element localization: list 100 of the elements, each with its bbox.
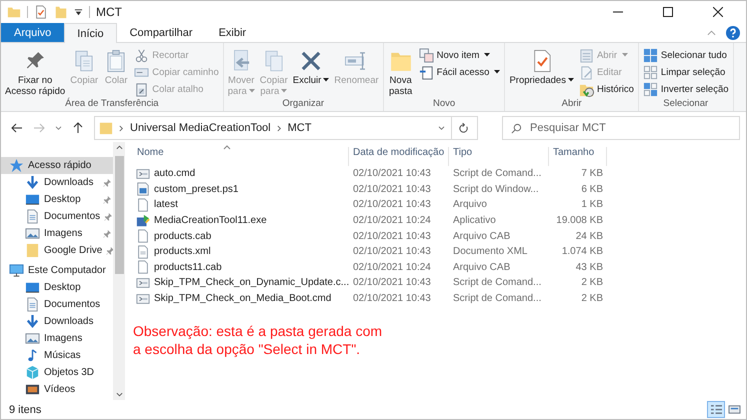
sidebar-item[interactable]: Imagens [1, 225, 113, 242]
column-header[interactable]: Data de modificação [349, 147, 449, 166]
scroll-up-icon[interactable] [116, 145, 122, 150]
pin-icon[interactable] [106, 246, 113, 254]
file-row[interactable]: MediaCreationTool11.exe 02/10/2021 10:24 Aplicativo 19.008 KB [133, 212, 746, 228]
file-row[interactable]: Skip_TPM_Check_on_Media_Boot.cmd 02/10/2021 10:43 Script de Comand... 2 KB [133, 290, 746, 306]
type-cell-text: Arquivo [452, 199, 488, 210]
computer-icon [9, 263, 24, 278]
file-name: auto.cmd [154, 168, 196, 180]
group-label: Abrir [560, 98, 583, 111]
breadcrumb[interactable]: Universal MediaCreationTool [130, 122, 271, 134]
size-cell-text: 19.008 KB [555, 215, 604, 226]
back-icon[interactable] [11, 122, 23, 134]
file-name: Skip_TPM_Check_on_Media_Boot.cmd [154, 293, 332, 304]
invert-selection-icon [642, 82, 658, 96]
download-icon [25, 314, 40, 329]
details-list-icon [710, 404, 722, 415]
pin-icon[interactable] [103, 196, 111, 204]
file-row[interactable]: Skip_TPM_Check_on_Dynamic_Update.c... 02/10/2021 10:43 Script de Comand... 2 KB [133, 275, 746, 291]
date-cell-text: 02/10/2021 10:43 [352, 184, 432, 195]
folder-icon [7, 5, 21, 19]
scroll-down-icon[interactable] [116, 392, 122, 397]
date-cell-text: 02/10/2021 10:43 [352, 199, 432, 210]
desktop-icon [25, 280, 40, 295]
ribbon-button[interactable]: Propriedades [507, 45, 576, 97]
chevron-down-icon[interactable] [55, 126, 62, 130]
close-icon[interactable] [713, 7, 723, 17]
ribbon-button[interactable]: Inverter seleção [640, 81, 731, 97]
sidebar-item[interactable]: Desktop [1, 279, 113, 296]
column-header[interactable]: Nome [133, 147, 349, 166]
ribbon-button[interactable]: Limpar seleção [640, 64, 731, 80]
sidebar-item[interactable]: Vídeos [1, 381, 113, 398]
size-cell-text: 6 KB [580, 184, 604, 195]
sidebar-item[interactable]: Músicas [1, 347, 113, 364]
address-bar[interactable]: Universal MediaCreationTool MCT [94, 116, 478, 140]
chevron-right-icon[interactable] [119, 124, 124, 132]
type-cell-text: Aplicativo [452, 215, 497, 226]
ribbon-button[interactable]: Nova pasta [386, 45, 416, 97]
pin-icon[interactable] [104, 212, 112, 220]
ribbon-button[interactable]: Excluir [290, 45, 332, 97]
ribbon-button[interactable]: Novo item [416, 47, 502, 63]
folder-icon [99, 121, 113, 135]
sidebar-item[interactable]: Documentos [1, 208, 113, 225]
document-icon [25, 297, 40, 312]
breadcrumb[interactable]: MCT [288, 122, 312, 134]
size-cell-text: 2 KB [580, 277, 604, 288]
sidebar-item[interactable]: Google Drive [1, 242, 113, 259]
ribbon-tab[interactable]: Início [64, 23, 117, 43]
date-cell-text: 02/10/2021 10:43 [352, 230, 432, 242]
maximize-icon[interactable] [663, 7, 673, 17]
help-icon[interactable] [726, 26, 740, 40]
blank-file-icon [136, 229, 150, 244]
column-header[interactable]: Tipo [449, 147, 549, 166]
group-label: Área de Transferência [64, 98, 160, 111]
file-row[interactable]: products.cab 02/10/2021 10:43 Arquivo CAB 24 KB [133, 228, 746, 244]
ribbon-tab[interactable]: Arquivo [1, 23, 64, 42]
search-field[interactable]: Pesquisar MCT [502, 116, 740, 140]
ribbon-button[interactable]: Fixar no Acesso rápido [3, 45, 68, 97]
item-count: 9 itens [9, 404, 42, 416]
sidebar-item[interactable]: Downloads [1, 313, 113, 330]
sidebar-item[interactable]: Desktop [1, 191, 113, 208]
file-name: custom_preset.ps1 [154, 184, 238, 195]
file-row[interactable]: latest 02/10/2021 10:43 Arquivo 1 KB [133, 197, 746, 213]
ribbon-tab[interactable]: Exibir [206, 23, 260, 42]
file-row[interactable]: auto.cmd 02/10/2021 10:43 Script de Comand... 7 KB [133, 166, 746, 182]
easy-access-icon [418, 64, 434, 80]
collapse-ribbon-icon[interactable] [707, 30, 716, 36]
column-header[interactable]: Tamanho [549, 147, 607, 166]
size-cell-text: 24 KB [574, 230, 604, 242]
ribbon-button[interactable]: Histórico [576, 81, 636, 97]
ribbon-button[interactable]: Fácil acesso [416, 64, 502, 80]
scrollbar-thumb[interactable] [114, 156, 124, 274]
sidebar-item[interactable]: Acesso rápido [1, 157, 113, 174]
pin-icon[interactable] [103, 178, 111, 186]
shortcut-icon [134, 82, 150, 96]
thumbnail-icon [728, 404, 740, 415]
select-none-icon [642, 64, 658, 80]
picture-icon [25, 226, 40, 241]
customize-menu-icon[interactable] [74, 8, 83, 16]
sidebar-item[interactable]: Downloads [1, 174, 113, 191]
chevron-down-icon[interactable] [438, 126, 445, 130]
file-row[interactable]: products11.cab 02/10/2021 10:24 Arquivo CAB 43 KB [133, 260, 746, 276]
script-file-icon [136, 182, 150, 196]
new-item-icon [418, 48, 434, 62]
pin-icon[interactable] [103, 230, 111, 238]
ribbon-tab[interactable]: Compartilhar [116, 23, 206, 42]
sidebar-item[interactable]: Este Computador [1, 262, 113, 279]
refresh-icon[interactable] [458, 122, 469, 134]
date-cell-text: 02/10/2021 10:43 [352, 168, 432, 180]
ribbon-button[interactable]: Selecionar tudo [640, 47, 731, 63]
sidebar-item[interactable]: Imagens [1, 330, 113, 347]
up-arrow-icon[interactable] [72, 122, 84, 134]
sidebar-item[interactable]: Documentos [1, 296, 113, 313]
file-row[interactable]: custom_preset.ps1 02/10/2021 10:43 Script do Window... 6 KB [133, 182, 746, 198]
file-row[interactable]: products.xml 02/10/2021 10:43 Documento XML 1.074 KB [133, 244, 746, 260]
sidebar-item[interactable]: Objetos 3D [1, 364, 113, 381]
properties-icon[interactable] [34, 5, 48, 19]
file-name: MediaCreationTool11.exe [154, 215, 267, 226]
details-view-button[interactable] [707, 401, 725, 418]
chevron-right-icon[interactable] [276, 124, 282, 132]
